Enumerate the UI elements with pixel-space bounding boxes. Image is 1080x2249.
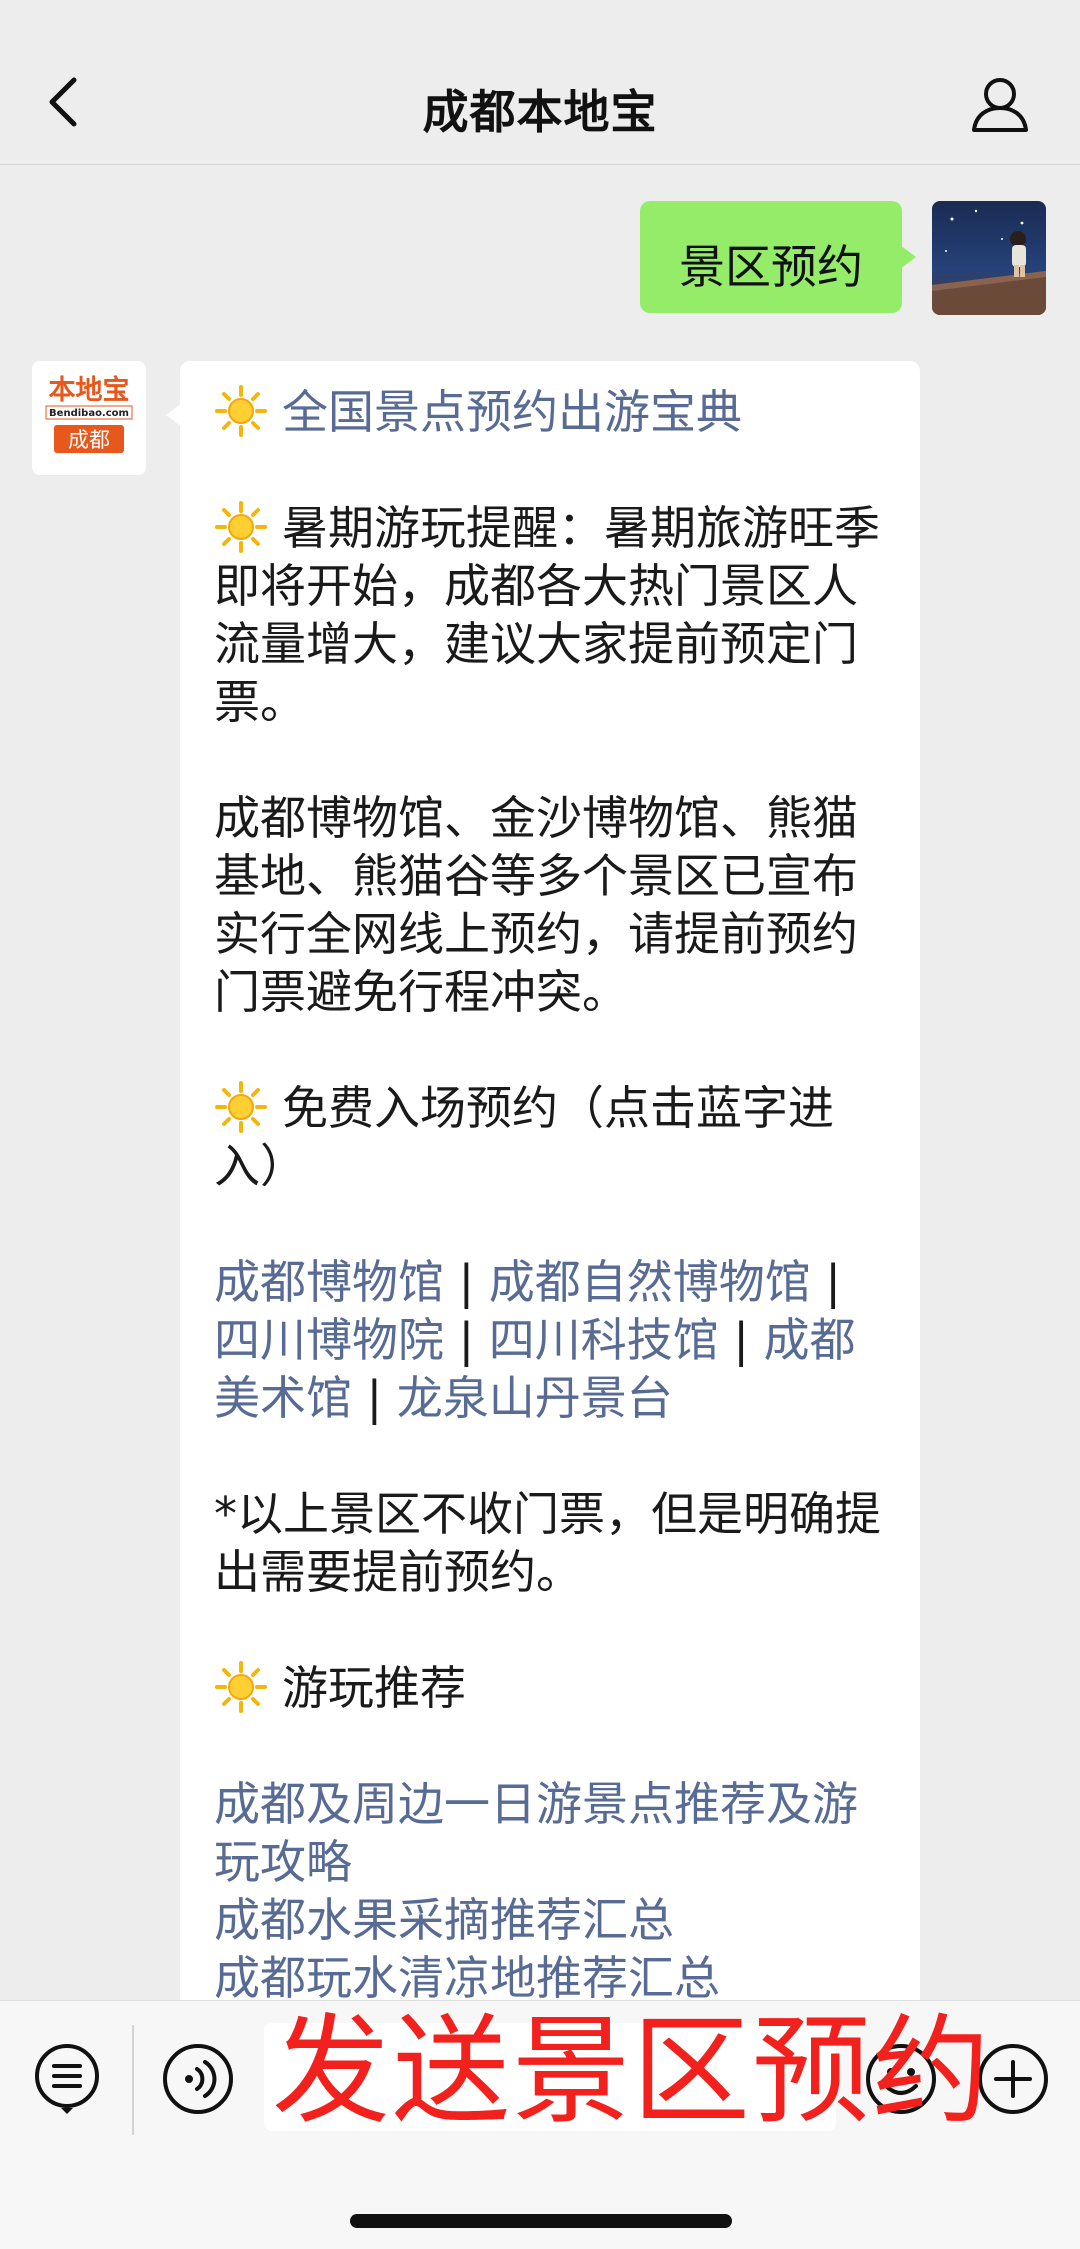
link-longquan-danjing-platform[interactable]: 龙泉山丹景台	[397, 1371, 673, 1425]
sun-icon	[215, 385, 267, 437]
svg-text:本地宝: 本地宝	[49, 374, 130, 406]
recommend-title: 游玩推荐	[282, 1661, 466, 1715]
home-indicator[interactable]	[350, 2214, 732, 2228]
free-entry-note: *以上景区不收门票，但是明确提出需要提前预约。	[214, 1487, 881, 1599]
instruction-overlay-text: 发送景区预约	[272, 2002, 993, 2140]
reminder-text: 暑期游玩提醒：暑期旅游旺季即将开始，成都各大热门景区人流量增大，建议大家提前预定…	[214, 501, 880, 729]
bendibao-logo: 本地宝 Bendibao.com 成都	[32, 361, 146, 475]
link-separator: |	[733, 1313, 749, 1367]
link-fruit-picking[interactable]: 成都水果采摘推荐汇总	[214, 1891, 894, 1949]
user-avatar-image	[932, 209, 1046, 315]
chat-screen: 成都本地宝 景区预约 本地宝 Bendibao.com 成都 全国景点预约出游宝…	[0, 0, 1080, 2249]
free-entry-title: 免费入场预约（点击蓝字进入）	[214, 1081, 834, 1193]
link-chengdu-natural-history-museum[interactable]: 成都自然博物馆	[489, 1255, 811, 1309]
svg-text:成都: 成都	[68, 428, 110, 452]
link-water-fun-spots[interactable]: 成都玩水清凉地推荐汇总	[214, 1949, 894, 2000]
link-day-trip-guide[interactable]: 成都及周边一日游景点推荐及游玩攻略	[214, 1775, 894, 1891]
recommend-title-row: 游玩推荐	[214, 1659, 894, 1717]
nav-bar: 成都本地宝	[0, 0, 1080, 165]
user-avatar[interactable]	[932, 201, 1046, 315]
outgoing-message-bubble[interactable]: 景区预约	[640, 201, 916, 313]
outgoing-message-text: 景区预约	[679, 240, 863, 294]
menu-list-icon[interactable]	[30, 2042, 104, 2116]
free-entry-title-row: 免费入场预约（点击蓝字进入）	[214, 1079, 894, 1195]
free-entry-links: 成都博物馆 | 成都自然博物馆 | 四川博物院 | 四川科技馆 | 成都美术馆 …	[214, 1253, 894, 1427]
voice-icon[interactable]	[161, 2042, 235, 2116]
incoming-message-bubble[interactable]: 全国景点预约出游宝典 暑期游玩提醒：暑期旅游旺季即将开始，成都各大热门景区人流量…	[166, 361, 920, 2000]
sun-icon	[215, 1661, 267, 1713]
notice-paragraph: 成都博物馆、金沙博物馆、熊猫基地、熊猫谷等多个景区已宣布实行全网线上预约，请提前…	[214, 791, 858, 1019]
profile-icon[interactable]	[968, 74, 1032, 134]
recommend-links: 成都及周边一日游景点推荐及游玩攻略 成都水果采摘推荐汇总 成都玩水清凉地推荐汇总	[214, 1775, 894, 2000]
chat-area[interactable]: 景区预约 本地宝 Bendibao.com 成都 全国景点预约出游宝典 暑期游玩…	[0, 165, 1080, 2000]
sun-icon	[215, 501, 267, 553]
link-separator: |	[458, 1313, 475, 1367]
link-sichuan-science-museum[interactable]: 四川科技馆	[489, 1313, 719, 1367]
input-bar-divider	[132, 2025, 134, 2135]
page-title: 成都本地宝	[422, 85, 658, 139]
svg-text:Bendibao.com: Bendibao.com	[49, 408, 129, 419]
sun-icon	[215, 1081, 267, 1133]
link-separator: |	[458, 1255, 475, 1309]
link-chengdu-museum[interactable]: 成都博物馆	[214, 1255, 444, 1309]
link-sichuan-museum[interactable]: 四川博物院	[214, 1313, 444, 1367]
link-separator: |	[825, 1255, 841, 1309]
official-account-avatar[interactable]: 本地宝 Bendibao.com 成都	[32, 361, 146, 475]
heading-link[interactable]: 全国景点预约出游宝典	[282, 385, 742, 439]
link-separator: |	[366, 1371, 383, 1425]
reminder-paragraph: 暑期游玩提醒：暑期旅游旺季即将开始，成都各大热门景区人流量增大，建议大家提前预定…	[214, 499, 894, 731]
message-heading-row: 全国景点预约出游宝典	[214, 383, 894, 441]
